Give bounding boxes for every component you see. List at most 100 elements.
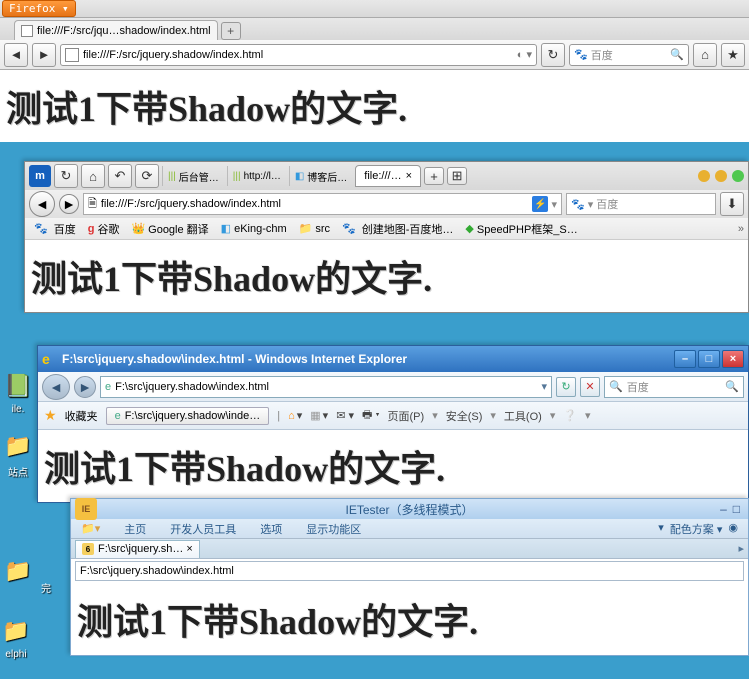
ie-tab[interactable]: e F:\src\jquery.shadow\inde… [106, 407, 270, 425]
bookmarks-button[interactable]: ★ [721, 43, 745, 67]
rss-button[interactable]: ▦▾ [310, 409, 328, 422]
maximize-button[interactable] [715, 170, 727, 182]
page-icon [65, 48, 79, 62]
search-box[interactable]: 🔍 百度 🔍 [604, 376, 744, 398]
ribbon-home[interactable]: 主页 [124, 521, 146, 537]
tools-menu[interactable]: 工具(O) [504, 408, 542, 424]
baidu-icon: 🐾 [571, 198, 585, 211]
background-tab[interactable]: |||后台管… [162, 166, 224, 186]
active-tab[interactable]: file:///… × [355, 165, 421, 187]
ietester-titlebar: IE IETester（多线程模式） – □ [71, 499, 748, 519]
maximize-button[interactable]: □ [698, 350, 720, 368]
folder-icon: 📁 [2, 430, 34, 462]
shadow-text: 测试1下带Shadow的文字. [71, 583, 748, 655]
favorites-label[interactable]: 收藏夹 [65, 408, 98, 424]
dropdown-icon[interactable]: ▾ [658, 521, 664, 537]
stop-button[interactable]: ✕ [580, 377, 600, 397]
bookmark-item[interactable]: 👑Google 翻译 [126, 221, 213, 237]
maxthon-logo-icon[interactable]: m [29, 165, 51, 187]
minimize-button[interactable] [698, 170, 710, 182]
ie-icon: e [42, 351, 58, 367]
history-button[interactable]: ⟳ [135, 164, 159, 188]
ie-page-icon: e [115, 410, 121, 422]
undo-button[interactable]: ↶ [108, 164, 132, 188]
ribbon-display[interactable]: 显示功能区 [306, 521, 361, 537]
help-button[interactable]: ❔ [563, 409, 577, 422]
ietester-content: 测试1下带Shadow的文字. [71, 583, 748, 655]
folder-icon: 📁 [0, 615, 32, 647]
ie-titlebar: e F:\src\jquery.shadow\index.html - Wind… [38, 346, 748, 372]
bookmark-item[interactable]: 🐾百度 [29, 221, 81, 237]
tab-next-button[interactable]: ▸ [738, 542, 744, 555]
home-button[interactable]: ⌂ [693, 43, 717, 67]
bookmark-item[interactable]: 🐾创建地图-百度地… [337, 221, 458, 237]
bookmarks-overflow[interactable]: » [738, 223, 744, 235]
tabs-grid-button[interactable]: ⊞ [447, 167, 467, 185]
page-menu[interactable]: 页面(P) [388, 408, 425, 424]
back-button[interactable]: ◄ [42, 374, 70, 400]
firefox-tab[interactable]: file:///F:/src/jqu…shadow/index.html [14, 20, 218, 40]
ribbon-dev[interactable]: 开发人员工具 [170, 521, 236, 537]
lightning-icon[interactable]: ⚡ [532, 196, 548, 212]
dropdown-icon[interactable]: ▾ [551, 198, 557, 211]
window-title: F:\src\jquery.shadow\index.html - Window… [62, 352, 407, 366]
print-button[interactable]: 🖶 ▾ [362, 406, 380, 425]
minimize-button[interactable]: – [674, 350, 696, 368]
bookmark-item[interactable]: ◧eKing-chm [216, 222, 292, 235]
tab-title: file:///F:/src/jqu…shadow/index.html [37, 25, 211, 37]
ribbon-opts[interactable]: 选项 [260, 521, 282, 537]
folder-icon[interactable]: 📁▾ [81, 522, 100, 535]
page-icon [21, 25, 33, 37]
download-button[interactable]: ⬇ [720, 192, 744, 216]
ietester-window: IE IETester（多线程模式） – □ 📁▾ 主页 开发人员工具 选项 显… [70, 498, 749, 656]
url-bar[interactable]: 🗎 file:///F:/src/jquery.shadow/index.htm… [83, 193, 562, 215]
maxthon-urlbar: ◄ ► 🗎 file:///F:/src/jquery.shadow/index… [25, 190, 748, 218]
forward-button[interactable]: ► [59, 194, 79, 214]
ie-page-icon: e [105, 381, 111, 393]
safety-menu[interactable]: 安全(S) [446, 408, 483, 424]
search-box[interactable]: 🐾 百度 🔍 [569, 44, 689, 66]
maxthon-window: m ↻ ⌂ ↶ ⟳ |||后台管… |||http://l… ◧博客后… fil… [24, 161, 749, 313]
reload-button[interactable]: ↻ [54, 164, 78, 188]
search-icon[interactable]: 🔍 [670, 48, 684, 61]
close-tab-icon[interactable]: × [406, 170, 412, 182]
dropdown-icon[interactable]: ▾ [541, 380, 547, 393]
new-tab-button[interactable]: + [221, 22, 241, 40]
firefox-menu-button[interactable]: Firefox ▾ [2, 0, 76, 17]
folder-icon: 📁 [299, 222, 313, 235]
ietester-ribbon: 📁▾ 主页 开发人员工具 选项 显示功能区 ▾ 配色方案 ▾ ◉ [71, 519, 748, 539]
bookmark-item[interactable]: g谷歌 [83, 221, 125, 237]
search-box[interactable]: 🐾 ▾ 百度 [566, 193, 716, 215]
favorites-star-icon[interactable]: ★ [44, 407, 57, 424]
shadow-text: 测试1下带Shadow的文字. [38, 430, 748, 502]
firefox-toolbar: ◄ ► file:///F:/src/jquery.shadow/index.h… [0, 40, 749, 70]
help-icon[interactable]: ◉ [728, 521, 738, 537]
home-button[interactable]: ⌂ [81, 164, 105, 188]
forward-button[interactable]: ► [32, 43, 56, 67]
back-button[interactable]: ◄ [4, 43, 28, 67]
url-bar[interactable]: F:\src\jquery.shadow\index.html [75, 561, 744, 581]
maxthon-bookmarks: 🐾百度 g谷歌 👑Google 翻译 ◧eKing-chm 📁src 🐾创建地图… [25, 218, 748, 240]
background-tab[interactable]: |||http://l… [227, 166, 286, 186]
ietester-tab[interactable]: 6 F:\src\jquery.sh… × [75, 540, 200, 558]
refresh-button[interactable]: ↻ [556, 377, 576, 397]
new-tab-button[interactable]: + [424, 167, 444, 185]
background-tab[interactable]: ◧博客后… [289, 166, 352, 186]
mail-button[interactable]: ✉ ▾ [336, 409, 354, 422]
url-text: F:\src\jquery.shadow\index.html [115, 381, 269, 393]
maximize-button[interactable]: □ [733, 502, 740, 516]
bookmark-item[interactable]: ◆SpeedPHP框架_S… [460, 221, 582, 237]
bookmark-item[interactable]: 📁src [294, 222, 335, 235]
reload-button[interactable]: ↻ [541, 43, 565, 67]
back-button[interactable]: ◄ [29, 191, 55, 217]
identity-icon[interactable]: ◐ ▾ [517, 48, 532, 61]
url-bar[interactable]: e F:\src\jquery.shadow\index.html ▾ [100, 376, 552, 398]
forward-button[interactable]: ► [74, 376, 96, 398]
minimize-button[interactable]: – [720, 502, 727, 516]
window-title: IETester（多线程模式） [345, 501, 473, 518]
close-button[interactable]: × [722, 350, 744, 368]
color-scheme-menu[interactable]: 配色方案 ▾ [670, 521, 723, 537]
url-bar[interactable]: file:///F:/src/jquery.shadow/index.html … [60, 44, 537, 66]
home-button[interactable]: ⌂▾ [288, 409, 302, 422]
close-button[interactable] [732, 170, 744, 182]
